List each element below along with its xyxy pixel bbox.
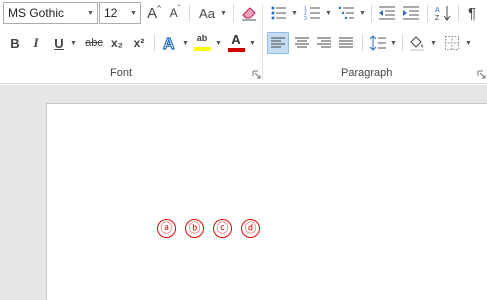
divider: [154, 34, 155, 52]
superscript-glyph: x²: [133, 36, 145, 50]
underline-glyph: U: [54, 35, 64, 51]
align-center-button[interactable]: [291, 32, 313, 54]
shrink-font-button[interactable]: Aˇ: [166, 2, 184, 24]
justify-icon: [339, 37, 353, 48]
highlight-glyph: ab: [196, 33, 208, 43]
svg-text:Z: Z: [435, 15, 440, 22]
text-highlight-button[interactable]: ab: [192, 31, 212, 53]
bullets-dropdown-icon[interactable]: ▼: [291, 10, 298, 17]
font-size-combobox[interactable]: 12 ▼: [99, 2, 141, 24]
font-group-label: Font: [110, 67, 133, 79]
numbering-icon: 1 2 3: [304, 6, 320, 21]
change-case-dropdown-icon[interactable]: ▼: [220, 10, 227, 17]
font-color-glyph: A: [231, 31, 241, 47]
font-color-dropdown-icon[interactable]: ▼: [249, 40, 256, 47]
justify-button[interactable]: [335, 32, 357, 54]
underline-dropdown-icon[interactable]: ▼: [70, 40, 77, 47]
change-case-glyph: Aa: [199, 5, 215, 21]
align-left-button[interactable]: [267, 32, 289, 54]
document-page[interactable]: ⓐ ⓑ ⓒ ⓓ: [46, 103, 487, 300]
line-spacing-dropdown-icon[interactable]: ▼: [390, 40, 397, 47]
bold-glyph: B: [10, 35, 20, 51]
align-right-button[interactable]: [313, 32, 335, 54]
text-effects-dropdown-icon[interactable]: ▼: [182, 40, 189, 47]
font-dialog-launcher-icon[interactable]: [252, 70, 261, 79]
font-name-dropdown-arrow[interactable]: ▼: [84, 3, 97, 23]
highlight-color-swatch: [193, 47, 211, 51]
divider: [371, 4, 372, 22]
increase-indent-button[interactable]: [400, 2, 422, 24]
show-formatting-marks-button[interactable]: ¶: [462, 2, 482, 24]
font-color-swatch: [227, 47, 245, 52]
group-separator: [262, 4, 263, 80]
strikethrough-button[interactable]: abc: [83, 32, 105, 54]
eraser-icon: [242, 7, 256, 21]
grow-font-caret-icon: ^: [157, 3, 161, 13]
circled-letter-d: ⓓ: [241, 219, 260, 238]
circled-letter-c: ⓒ: [213, 219, 232, 238]
ribbon: MS Gothic ▼ 12 ▼ A ^ Aˇ Aa ▼ B I U ▼ abc …: [0, 0, 487, 84]
shrink-font-caret-icon: ˇ: [177, 3, 181, 13]
superscript-button[interactable]: x²: [129, 32, 149, 54]
numbering-button[interactable]: 1 2 3: [302, 2, 324, 24]
subscript-glyph: x₂: [110, 36, 123, 50]
grow-font-glyph: A: [147, 4, 158, 22]
numbering-dropdown-icon[interactable]: ▼: [325, 10, 332, 17]
paragraph-group-label: Paragraph: [341, 67, 393, 79]
multilevel-list-dropdown-icon[interactable]: ▼: [359, 10, 366, 17]
highlight-dropdown-icon[interactable]: ▼: [215, 40, 222, 47]
circled-letter-a: ⓐ: [157, 219, 176, 238]
divider: [458, 4, 459, 22]
shading-button[interactable]: [406, 32, 428, 54]
subscript-button[interactable]: x₂: [107, 32, 127, 54]
paint-bucket-icon: [410, 36, 424, 51]
shading-dropdown-icon[interactable]: ▼: [430, 40, 437, 47]
shrink-font-glyph: A: [169, 6, 178, 20]
italic-glyph: I: [33, 35, 39, 50]
line-spacing-icon: [369, 35, 386, 51]
decrease-indent-button[interactable]: [376, 2, 398, 24]
font-color-button[interactable]: A: [226, 31, 246, 53]
text-effects-icon: A: [162, 35, 175, 52]
svg-text:A: A: [163, 36, 175, 52]
font-size-dropdown-arrow[interactable]: ▼: [127, 3, 140, 23]
text-effects-button[interactable]: A: [159, 32, 181, 54]
borders-button[interactable]: [441, 32, 463, 54]
svg-text:3: 3: [304, 16, 307, 21]
multilevel-list-button[interactable]: [336, 2, 358, 24]
align-left-icon: [271, 37, 285, 48]
bold-button[interactable]: B: [6, 32, 24, 54]
font-size-value: 12: [104, 6, 118, 20]
underline-button[interactable]: U: [50, 32, 68, 54]
circled-letter-b: ⓑ: [185, 219, 204, 238]
change-case-button[interactable]: Aa: [195, 2, 219, 24]
multilevel-list-icon: [338, 6, 354, 20]
document-canvas: ⓐ ⓑ ⓒ ⓓ: [0, 85, 487, 300]
clear-formatting-button[interactable]: [238, 2, 260, 24]
font-name-value: MS Gothic: [8, 6, 65, 20]
borders-icon: [445, 36, 459, 50]
borders-dropdown-icon[interactable]: ▼: [465, 40, 472, 47]
strikethrough-glyph: abc: [85, 37, 103, 49]
divider: [402, 34, 403, 52]
align-right-icon: [317, 37, 331, 48]
pilcrow-icon: ¶: [467, 4, 477, 22]
divider: [189, 4, 190, 22]
font-name-combobox[interactable]: MS Gothic ▼: [3, 2, 98, 24]
sort-icon: A Z: [435, 6, 451, 22]
divider: [362, 34, 363, 52]
divider: [427, 4, 428, 22]
bullets-icon: [271, 6, 286, 20]
paragraph-dialog-launcher-icon[interactable]: [477, 70, 486, 79]
decrease-indent-icon: [379, 6, 395, 20]
grow-font-button[interactable]: A ^: [145, 2, 163, 24]
align-center-icon: [295, 37, 309, 48]
bullets-button[interactable]: [268, 2, 290, 24]
line-spacing-button[interactable]: [367, 32, 389, 54]
svg-text:A: A: [435, 7, 440, 14]
increase-indent-icon: [403, 6, 419, 20]
italic-button[interactable]: I: [27, 32, 45, 54]
divider: [233, 4, 234, 22]
sort-button[interactable]: A Z: [432, 2, 454, 24]
